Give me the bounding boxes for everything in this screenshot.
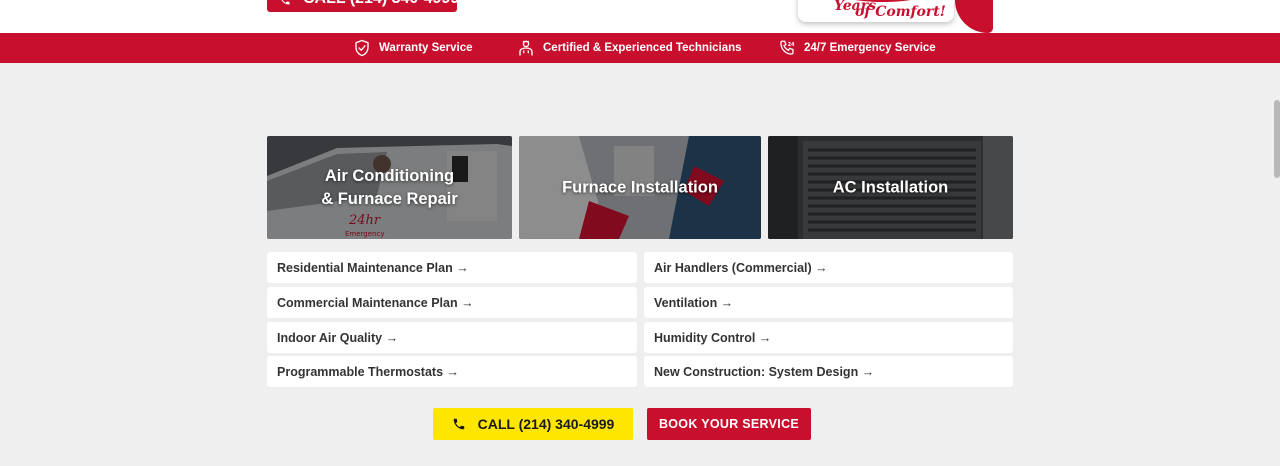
header-strip [0,0,1280,33]
card-furnace-installation[interactable]: Furnace Installation [519,136,761,239]
card-title-line1: Air Conditioning [324,166,455,185]
badge-text: of Comfort! [855,4,946,20]
card-title-line2: & Furnace Repair [321,189,458,208]
card-ac-installation[interactable]: AC Installation [768,136,1013,239]
feature-warranty: Warranty Service [353,33,473,63]
feature-technicians: Certified & Experienced Technicians [517,33,742,63]
call-button-label: CALL (214) 340-4999 [477,416,615,432]
feature-bar: Warranty Service Certified & Experienced… [0,33,1280,63]
header-call-label: CALL (214) 340-4999 [303,0,457,8]
phone-icon [281,0,290,5]
technician-icon [519,40,533,56]
feature-label: Certified & Experienced Technicians [543,42,742,54]
card-title: Furnace Installation [562,178,718,196]
svg-text:24: 24 [788,42,795,48]
call-button[interactable]: CALL (214) 340-4999 [433,408,633,440]
feature-emergency: 24 24/7 Emergency Service [778,33,936,63]
card-title: Air Conditioning & Furnace Repair [267,165,512,211]
phone-24-icon: 24 [780,40,795,55]
link-residential-maintenance-plan[interactable]: Residential Maintenance Plan → [267,252,637,283]
link-programmable-thermostats[interactable]: Programmable Thermostats → [267,356,637,387]
anniversary-badge: Years of Comfort! [798,0,954,22]
link-commercial-maintenance-plan[interactable]: Commercial Maintenance Plan → [267,287,637,318]
link-ventilation[interactable]: Ventilation → [644,287,1013,318]
shield-check-icon [355,39,369,57]
book-service-label: BOOK YOUR SERVICE [658,417,800,431]
book-service-button[interactable]: BOOK YOUR SERVICE [647,408,811,440]
page-scrollbar[interactable] [1274,100,1280,178]
link-indoor-air-quality[interactable]: Indoor Air Quality → [267,322,637,353]
card-ac-furnace-repair[interactable]: 24hr Emergency Air Conditioning & Furnac… [267,136,512,239]
feature-label: 24/7 Emergency Service [804,42,936,54]
feature-label: Warranty Service [379,42,473,54]
card-title: AC Installation [832,178,949,196]
phone-icon [453,418,464,430]
header-call-button[interactable]: CALL (214) 340-4999 [267,0,457,12]
link-humidity-control[interactable]: Humidity Control → [644,322,1013,353]
link-new-construction-system-design[interactable]: New Construction: System Design → [644,356,1013,387]
link-air-handlers-commercial[interactable]: Air Handlers (Commercial) → [644,252,1013,283]
